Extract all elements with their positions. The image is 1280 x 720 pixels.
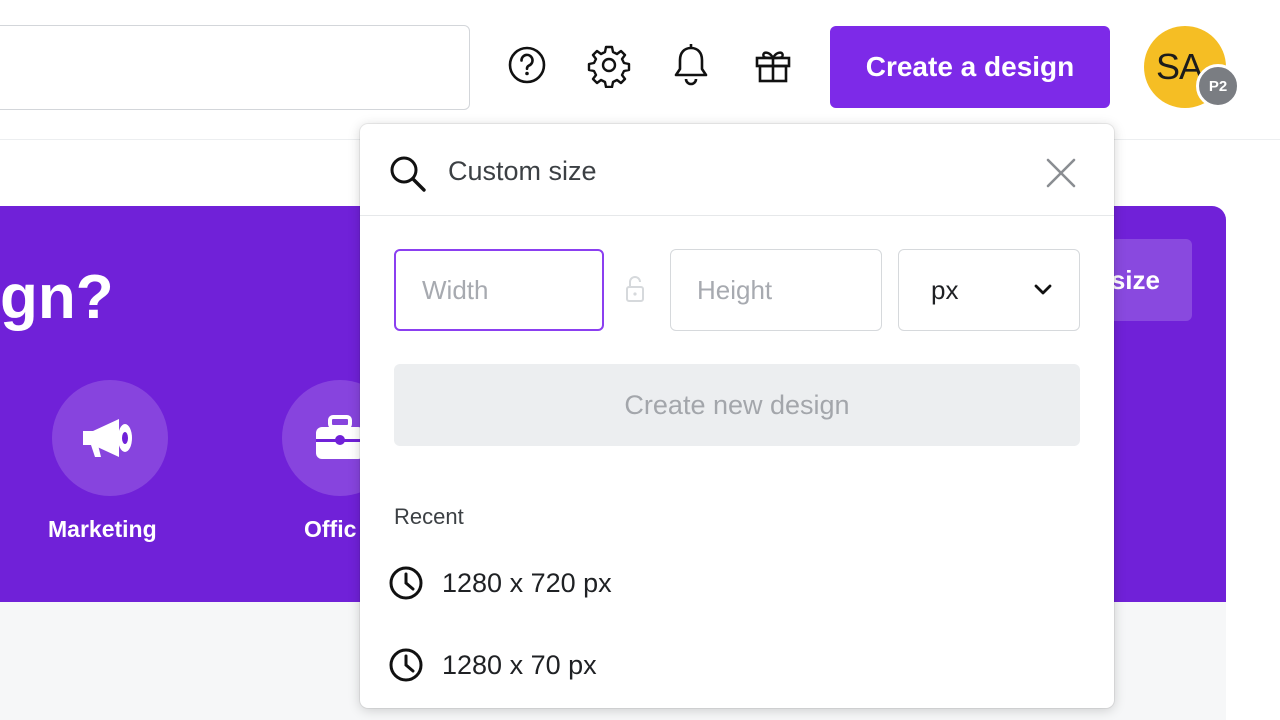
unlocked-padlock-icon[interactable] bbox=[624, 274, 646, 304]
chevron-down-icon bbox=[1034, 284, 1052, 295]
clock-icon bbox=[389, 648, 423, 682]
unit-select-value: px bbox=[931, 274, 959, 305]
clock-icon bbox=[389, 566, 423, 600]
close-icon[interactable] bbox=[1044, 156, 1078, 190]
recent-heading: Recent bbox=[394, 504, 464, 529]
width-input[interactable] bbox=[394, 249, 604, 331]
unit-select[interactable]: px bbox=[898, 249, 1080, 331]
recent-size-item[interactable]: 1280 x 720 px bbox=[388, 558, 1078, 608]
hero-title: gn? bbox=[0, 263, 114, 332]
notification-bell-icon[interactable] bbox=[666, 40, 716, 90]
top-bar: Create a design SA P2 bbox=[0, 0, 1280, 140]
megaphone-icon bbox=[83, 419, 132, 457]
category-marketing[interactable] bbox=[52, 380, 168, 496]
recent-size-item[interactable]: 1280 x 70 px bbox=[388, 640, 1078, 690]
dropdown-search-bar bbox=[360, 124, 1114, 216]
category-label-office: Offic bbox=[304, 516, 357, 542]
create-a-design-button[interactable]: Create a design bbox=[830, 26, 1110, 108]
height-input[interactable] bbox=[670, 249, 882, 331]
gift-icon[interactable] bbox=[748, 40, 798, 90]
avatar-initials: SA bbox=[1156, 46, 1203, 87]
category-label-marketing: Marketing bbox=[48, 516, 157, 542]
search-icon bbox=[390, 156, 426, 192]
search-input[interactable] bbox=[0, 25, 470, 110]
help-icon[interactable] bbox=[502, 40, 552, 90]
custom-size-label: size bbox=[1110, 264, 1160, 295]
custom-size-dropdown: px Create new design Recent 1280 x 720 p… bbox=[360, 124, 1114, 708]
design-search-input[interactable] bbox=[448, 148, 1008, 194]
create-new-design-button[interactable]: Create new design bbox=[394, 364, 1080, 446]
settings-gear-icon[interactable] bbox=[584, 40, 634, 90]
team-badge: P2 bbox=[1196, 64, 1240, 108]
recent-size-label: 1280 x 720 px bbox=[442, 567, 612, 598]
recent-size-label: 1280 x 70 px bbox=[442, 649, 597, 680]
